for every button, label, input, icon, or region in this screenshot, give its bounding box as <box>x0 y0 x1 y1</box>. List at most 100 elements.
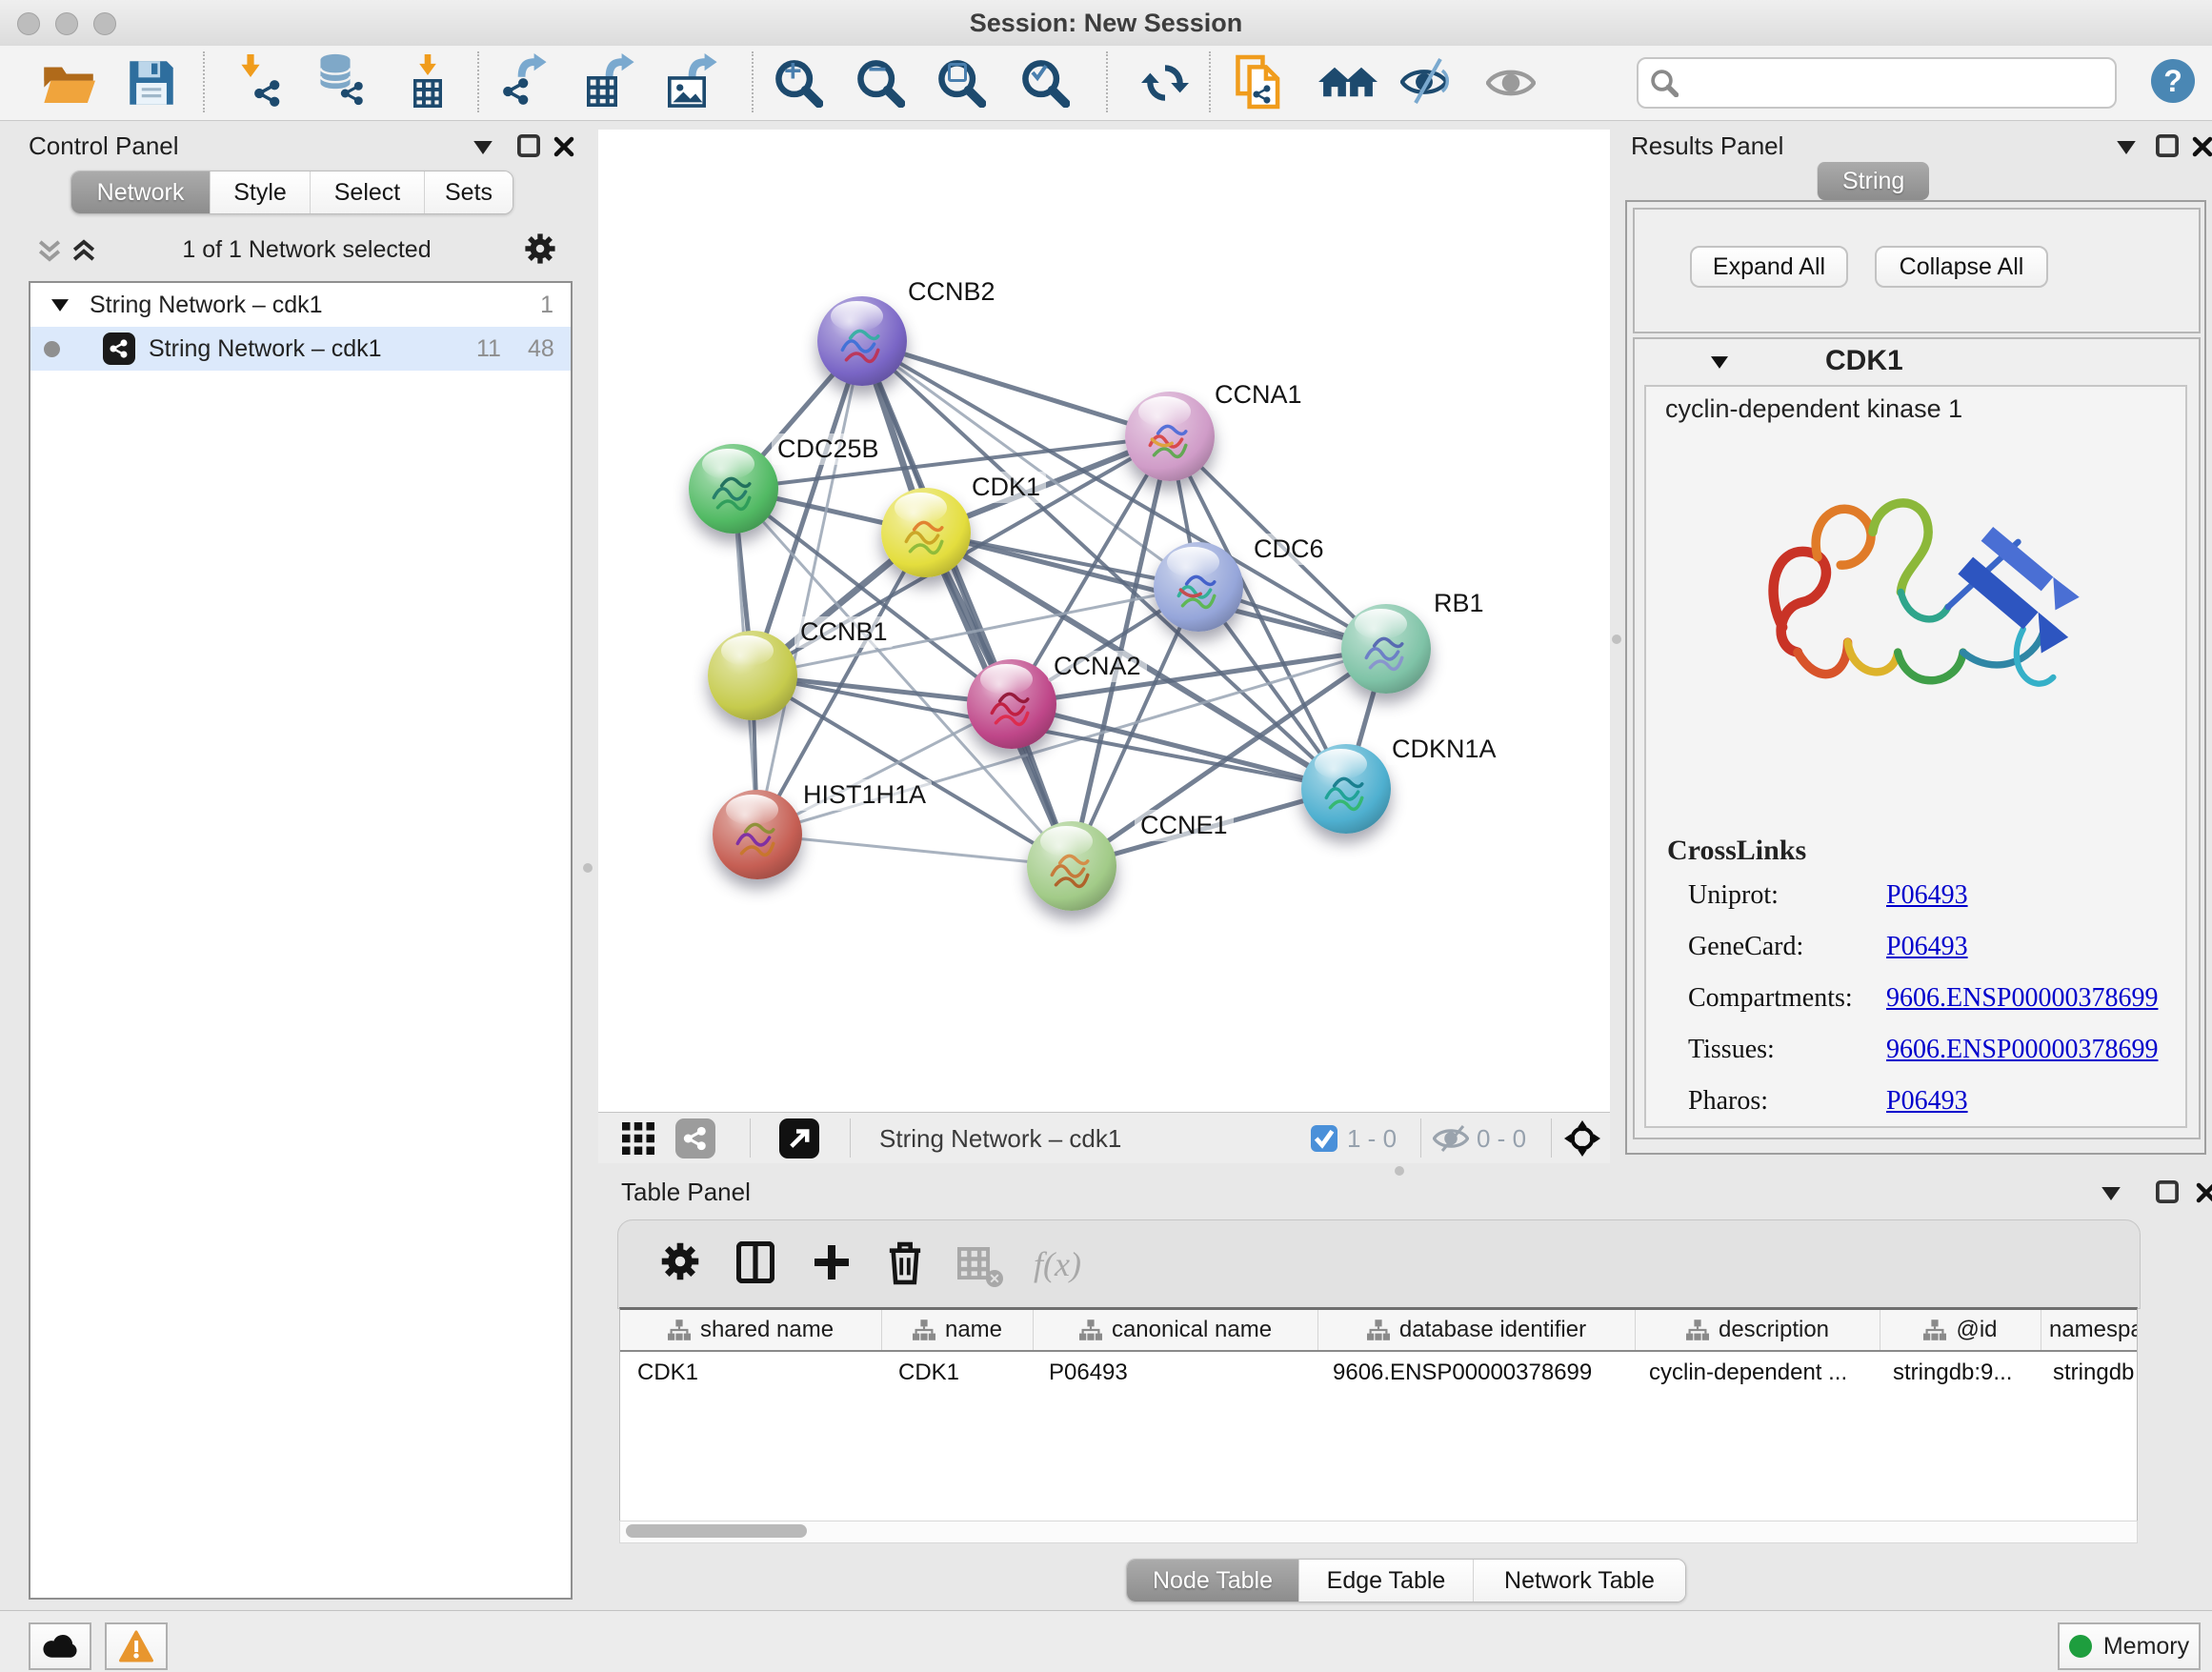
fit-content-button[interactable] <box>1562 1118 1602 1158</box>
table-cell[interactable]: cyclin-dependent ... <box>1632 1360 1876 1386</box>
table-cell[interactable]: P06493 <box>1032 1360 1316 1386</box>
collapse-all-button[interactable]: Collapse All <box>1875 246 2048 288</box>
export-image-button[interactable] <box>666 53 719 112</box>
network-node-cdk1[interactable] <box>881 488 971 577</box>
column-header-label: canonical name <box>1112 1317 1272 1343</box>
first-neighbors-button[interactable] <box>1318 53 1372 112</box>
crosslink-link[interactable]: 9606.ENSP00000378699 <box>1886 983 2158 1014</box>
zoom-out-button[interactable]: − <box>855 53 909 112</box>
network-edge[interactable] <box>1012 704 1346 789</box>
show-all-button[interactable] <box>1486 53 1539 112</box>
crosslink-row: GeneCard:P06493 <box>1646 932 2185 983</box>
cloud-status-button[interactable] <box>29 1622 91 1670</box>
delete-column-button[interactable] <box>887 1241 935 1289</box>
tree-expander-icon[interactable] <box>51 299 69 312</box>
control-tab-style[interactable]: Style <box>210 171 310 213</box>
right-splitter-handle[interactable] <box>1612 635 1621 644</box>
apply-layout-button[interactable] <box>1138 53 1192 112</box>
export-table-button[interactable] <box>583 53 636 112</box>
panel-float-icon[interactable] <box>516 133 541 158</box>
create-column-button[interactable] <box>813 1241 860 1289</box>
table-cell[interactable]: stringdb:9... <box>1876 1360 2036 1386</box>
table-cell[interactable]: stringdb <box>2036 1360 2137 1386</box>
network-node-ccna1[interactable] <box>1125 392 1215 481</box>
memory-button[interactable]: Memory <box>2058 1622 2201 1670</box>
control-tab-sets[interactable]: Sets <box>424 171 513 213</box>
column-header-name[interactable]: name <box>882 1310 1034 1350</box>
grid-icon <box>622 1122 654 1155</box>
column-header-description[interactable]: description <box>1636 1310 1880 1350</box>
table-cell[interactable]: 9606.ENSP00000378699 <box>1316 1360 1632 1386</box>
help-button[interactable]: ? <box>2151 59 2195 103</box>
column-header-canonical-name[interactable]: canonical name <box>1034 1310 1318 1350</box>
panel-float-icon[interactable] <box>2155 133 2180 158</box>
show-columns-button[interactable] <box>736 1241 784 1289</box>
network-node-rb1[interactable] <box>1341 604 1431 694</box>
table-options-button[interactable] <box>660 1241 708 1289</box>
column-header-namespace[interactable]: namespace <box>2041 1310 2138 1350</box>
birds-eye-view-button[interactable] <box>675 1118 715 1158</box>
zoom-in-button[interactable]: + <box>774 53 827 112</box>
panel-menu-icon[interactable] <box>2117 141 2136 154</box>
show-grid-button[interactable] <box>618 1118 658 1158</box>
network-node-ccnb2[interactable] <box>817 296 907 386</box>
import-network-from-database-button[interactable] <box>314 53 368 112</box>
expand-all-button[interactable]: Expand All <box>1690 246 1848 288</box>
table-horizontal-scrollbar[interactable] <box>619 1521 2138 1543</box>
node-label-cdc6: CDC6 <box>1248 534 1330 565</box>
open-session-button[interactable] <box>42 53 95 112</box>
panel-close-icon[interactable] <box>2191 135 2212 158</box>
column-header-database-identifier[interactable]: database identifier <box>1318 1310 1636 1350</box>
save-session-button[interactable] <box>125 53 178 112</box>
collapse-section-icon[interactable] <box>1711 356 1728 369</box>
network-canvas[interactable]: CCNB2CCNA1CDC25BCDK1CDC6RB1CCNB1CCNA2CDK… <box>598 130 1610 1112</box>
column-header--id[interactable]: @id <box>1880 1310 2041 1350</box>
table-tab-network-table[interactable]: Network Table <box>1473 1560 1685 1601</box>
copy-style-button[interactable] <box>1235 53 1288 112</box>
table-tab-edge-table[interactable]: Edge Table <box>1298 1560 1473 1601</box>
table-cell[interactable]: CDK1 <box>881 1360 1032 1386</box>
table-row[interactable]: CDK1CDK1P064939606.ENSP00000378699cyclin… <box>620 1352 2137 1394</box>
column-header-shared-name[interactable]: shared name <box>620 1310 882 1350</box>
network-node-ccne1[interactable] <box>1027 821 1116 911</box>
left-splitter-handle[interactable] <box>583 863 593 873</box>
warnings-button[interactable] <box>105 1622 168 1670</box>
zoom-fit-button[interactable] <box>936 53 990 112</box>
network-edge[interactable] <box>862 341 1170 436</box>
export-network-button[interactable] <box>497 53 551 112</box>
panel-menu-icon[interactable] <box>473 141 493 154</box>
zoom-selected-button[interactable] <box>1020 53 1074 112</box>
detach-view-button[interactable] <box>779 1118 819 1158</box>
panel-close-icon[interactable] <box>2195 1181 2212 1204</box>
control-tab-network[interactable]: Network <box>71 171 210 213</box>
panel-float-icon[interactable] <box>2155 1179 2180 1204</box>
selected-checkbox[interactable] <box>1311 1125 1337 1152</box>
crosslink-link[interactable]: P06493 <box>1886 932 1968 962</box>
network-node-ccnb1[interactable] <box>708 631 797 720</box>
crosslink-link[interactable]: 9606.ENSP00000378699 <box>1886 1035 2158 1065</box>
network-node-cdc25b[interactable] <box>689 444 778 534</box>
import-table-button[interactable] <box>402 53 455 112</box>
import-network-button[interactable] <box>233 53 287 112</box>
panel-menu-icon[interactable] <box>2101 1187 2121 1200</box>
expand-all-tree-icon[interactable] <box>70 237 97 264</box>
crosslink-link[interactable]: P06493 <box>1886 880 1968 911</box>
scrollbar-thumb[interactable] <box>626 1524 807 1538</box>
table-tab-node-table[interactable]: Node Table <box>1127 1560 1298 1601</box>
collapse-all-tree-icon[interactable] <box>36 237 63 264</box>
network-node-hist1h1a[interactable] <box>713 790 802 879</box>
control-tab-select[interactable]: Select <box>310 171 424 213</box>
network-edge[interactable] <box>757 341 862 835</box>
network-node-cdkn1a[interactable] <box>1301 744 1391 834</box>
network-collection-row[interactable]: String Network – cdk1 1 <box>30 283 571 327</box>
table-cell[interactable]: CDK1 <box>620 1360 881 1386</box>
results-tab-string[interactable]: String <box>1817 162 1929 200</box>
network-options-gear-icon[interactable] <box>524 232 556 265</box>
crosslink-link[interactable]: P06493 <box>1886 1086 1968 1117</box>
network-node-cdc6[interactable] <box>1154 542 1243 632</box>
network-node-ccna2[interactable] <box>967 659 1056 749</box>
panel-close-icon[interactable] <box>553 135 575 158</box>
hide-selected-button[interactable] <box>1400 53 1454 112</box>
search-input[interactable] <box>1686 69 2105 97</box>
network-row-selected[interactable]: String Network – cdk1 11 48 <box>30 327 571 371</box>
